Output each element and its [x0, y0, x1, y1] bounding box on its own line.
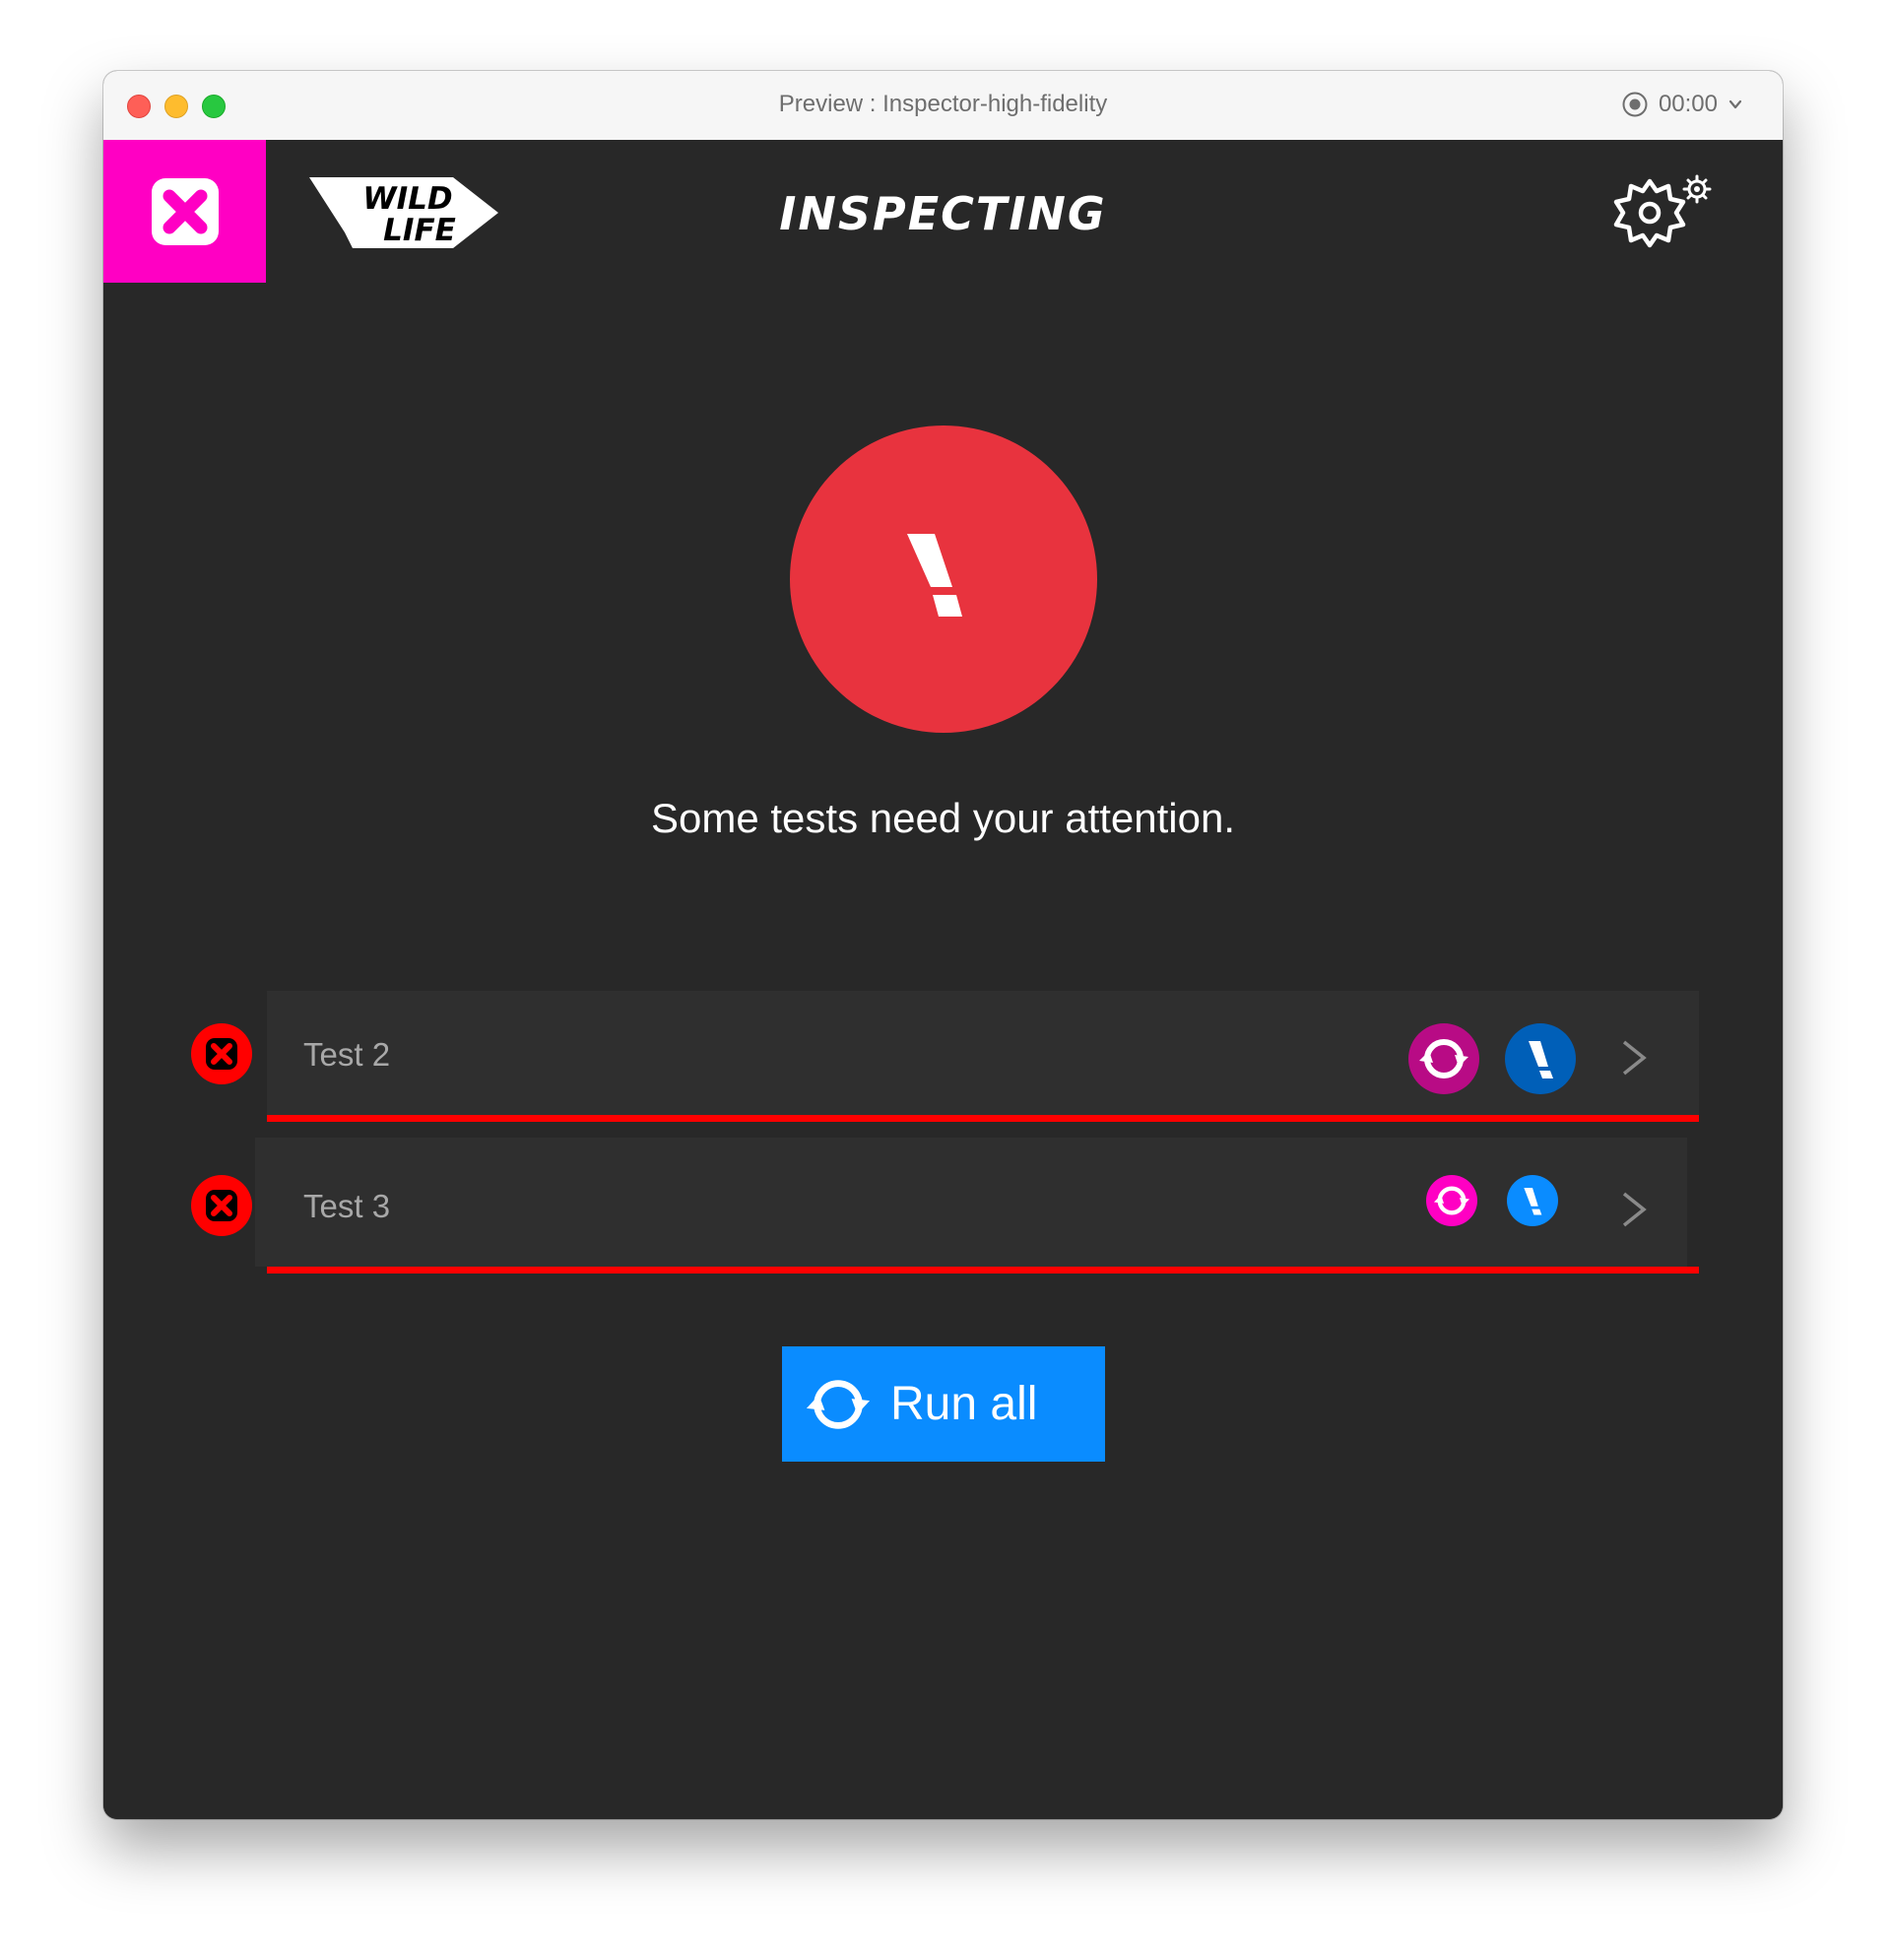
- inspector-content: WILD LIFE INSPECTING Some tests need you…: [103, 140, 1783, 1819]
- recording-timer: 00:00: [1658, 91, 1718, 117]
- error-x-icon: [191, 1175, 252, 1236]
- inspect-result-icon[interactable]: [1507, 1175, 1558, 1226]
- rerun-test-icon[interactable]: [1408, 1023, 1479, 1094]
- rerun-test-icon[interactable]: [1426, 1175, 1477, 1226]
- test-row-3-error-bar: [267, 1267, 1699, 1274]
- alert-exclamation-icon: [907, 534, 962, 617]
- recording-control[interactable]: 00:00: [1621, 89, 1743, 120]
- chevron-down-icon[interactable]: [1728, 97, 1743, 112]
- record-icon: [1622, 92, 1648, 117]
- test-row-2[interactable]: [267, 991, 1699, 1115]
- run-all-label: Run all: [890, 1378, 1038, 1430]
- run-all-button[interactable]: Run all: [782, 1346, 1105, 1462]
- window-titlebar: Preview : Inspector-high-fidelity 00:00: [103, 71, 1783, 141]
- chevron-right-icon[interactable]: [1620, 1190, 1648, 1229]
- window-title: Preview : Inspector-high-fidelity: [778, 91, 1108, 117]
- page-title: INSPECTING: [779, 187, 1107, 240]
- error-x-icon: [191, 1023, 252, 1084]
- test-row-2-error-bar: [267, 1115, 1699, 1122]
- test-name: Test 3: [303, 1188, 391, 1224]
- inspect-result-icon[interactable]: [1505, 1023, 1576, 1094]
- alert-status-indicator: [790, 425, 1097, 733]
- status-message: Some tests need your attention.: [650, 795, 1236, 841]
- test-name: Test 2: [303, 1036, 391, 1073]
- preview-window: Preview : Inspector-high-fidelity 00:00 …: [103, 71, 1783, 1819]
- refresh-icon: [806, 1379, 871, 1429]
- chevron-right-icon[interactable]: [1620, 1038, 1648, 1078]
- settings-gear-icon[interactable]: [1610, 169, 1719, 258]
